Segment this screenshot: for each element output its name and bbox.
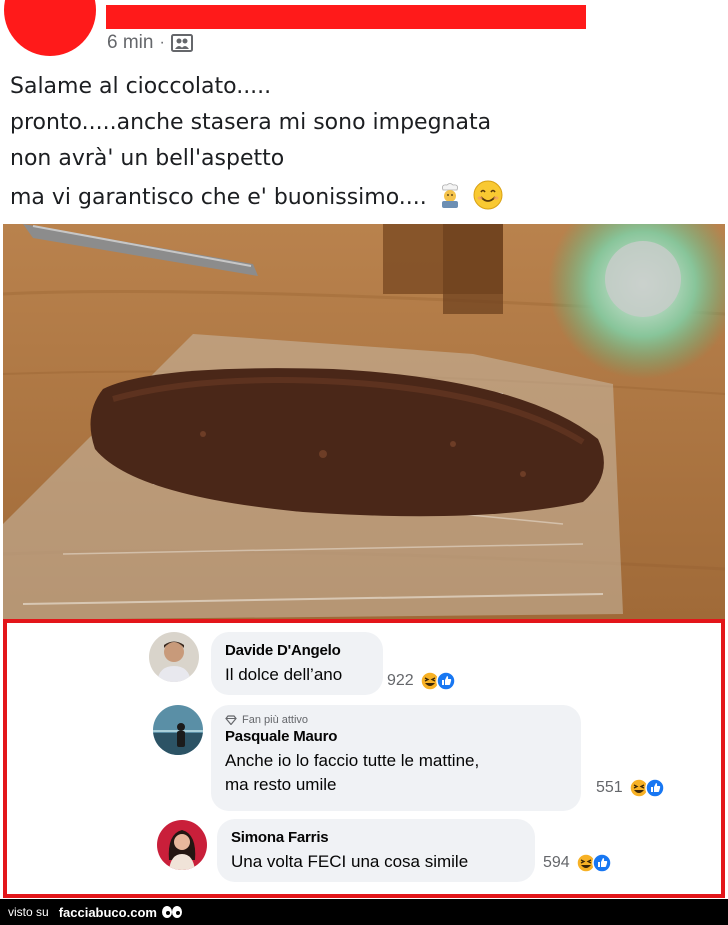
chef-emoji-icon	[441, 183, 458, 208]
author-name-redacted[interactable]	[106, 5, 586, 29]
meta-separator: ·	[159, 34, 165, 51]
comment-text-line: Anche io lo faccio tutte le mattine,	[225, 751, 480, 770]
like-icon	[435, 671, 456, 691]
post-line: non avrà' un bell'aspetto	[10, 146, 285, 171]
like-icon	[644, 778, 665, 798]
reaction-count: 922	[387, 672, 414, 689]
post-line: Salame al cioccolato.....	[10, 74, 272, 99]
comments-highlight-box: Davide D'Angelo Il dolce dell’ano 922 Fa…	[3, 619, 725, 898]
avatar[interactable]	[153, 705, 203, 755]
avatar[interactable]	[149, 632, 199, 682]
comment-reactions[interactable]: 594	[543, 853, 612, 873]
post-timestamp[interactable]: 6 min	[107, 32, 153, 54]
post-photo[interactable]	[3, 224, 725, 620]
diamond-icon	[225, 715, 237, 725]
author-avatar-redacted[interactable]	[4, 0, 96, 56]
avatar[interactable]	[157, 820, 207, 870]
comment-author[interactable]: Pasquale Mauro	[225, 728, 567, 745]
reaction-count: 594	[543, 854, 570, 871]
smiling-face-emoji-icon	[473, 180, 503, 210]
comment-reactions[interactable]: 922	[387, 671, 456, 691]
top-fan-badge: Fan più attivo	[225, 714, 567, 726]
chocolate-salami-photo	[3, 224, 725, 620]
comment-author[interactable]: Simona Farris	[231, 829, 521, 846]
comment-bubble: Davide D'Angelo Il dolce dell’ano	[211, 632, 383, 695]
comment-reactions[interactable]: 551	[596, 778, 665, 798]
post-line-text: ma vi garantisco che e' buonissimo....	[10, 185, 427, 210]
footer-site[interactable]: facciabuco.com	[59, 905, 157, 920]
watermark-footer: visto su facciabuco.com	[0, 899, 728, 925]
reaction-count: 551	[596, 779, 623, 796]
comment-text: Il dolce dell’ano	[225, 665, 343, 684]
post-line: pronto.....anche stasera mi sono impegna…	[10, 110, 492, 135]
comment-text: Anche io lo faccio tutte le mattine, ma …	[225, 749, 567, 797]
comment-author[interactable]: Davide D'Angelo	[225, 642, 369, 659]
comment-bubble: Fan più attivo Pasquale Mauro Anche io l…	[211, 705, 581, 811]
eyes-logo-icon	[161, 906, 182, 918]
badge-label: Fan più attivo	[242, 714, 309, 726]
comment-text: Una volta FECI una cosa simile	[231, 852, 469, 871]
comment-text-line: ma resto umile	[225, 775, 337, 794]
post-message: Salame al cioccolato..... pronto.....anc…	[10, 72, 610, 216]
footer-prefix: visto su	[8, 905, 49, 919]
friends-icon[interactable]	[170, 34, 193, 52]
comment-bubble: Simona Farris Una volta FECI una cosa si…	[217, 819, 535, 882]
post-meta: 6 min ·	[107, 32, 193, 54]
post-line-last: ma vi garantisco che e' buonissimo....	[10, 180, 610, 216]
like-icon	[591, 853, 612, 873]
